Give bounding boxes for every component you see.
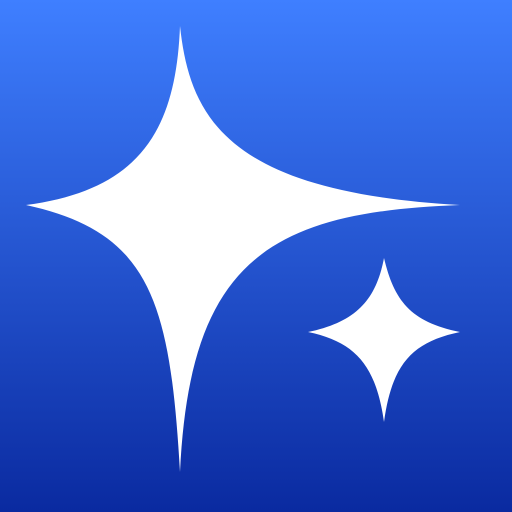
app-icon [0, 0, 512, 512]
sparkles-icon [0, 0, 512, 512]
